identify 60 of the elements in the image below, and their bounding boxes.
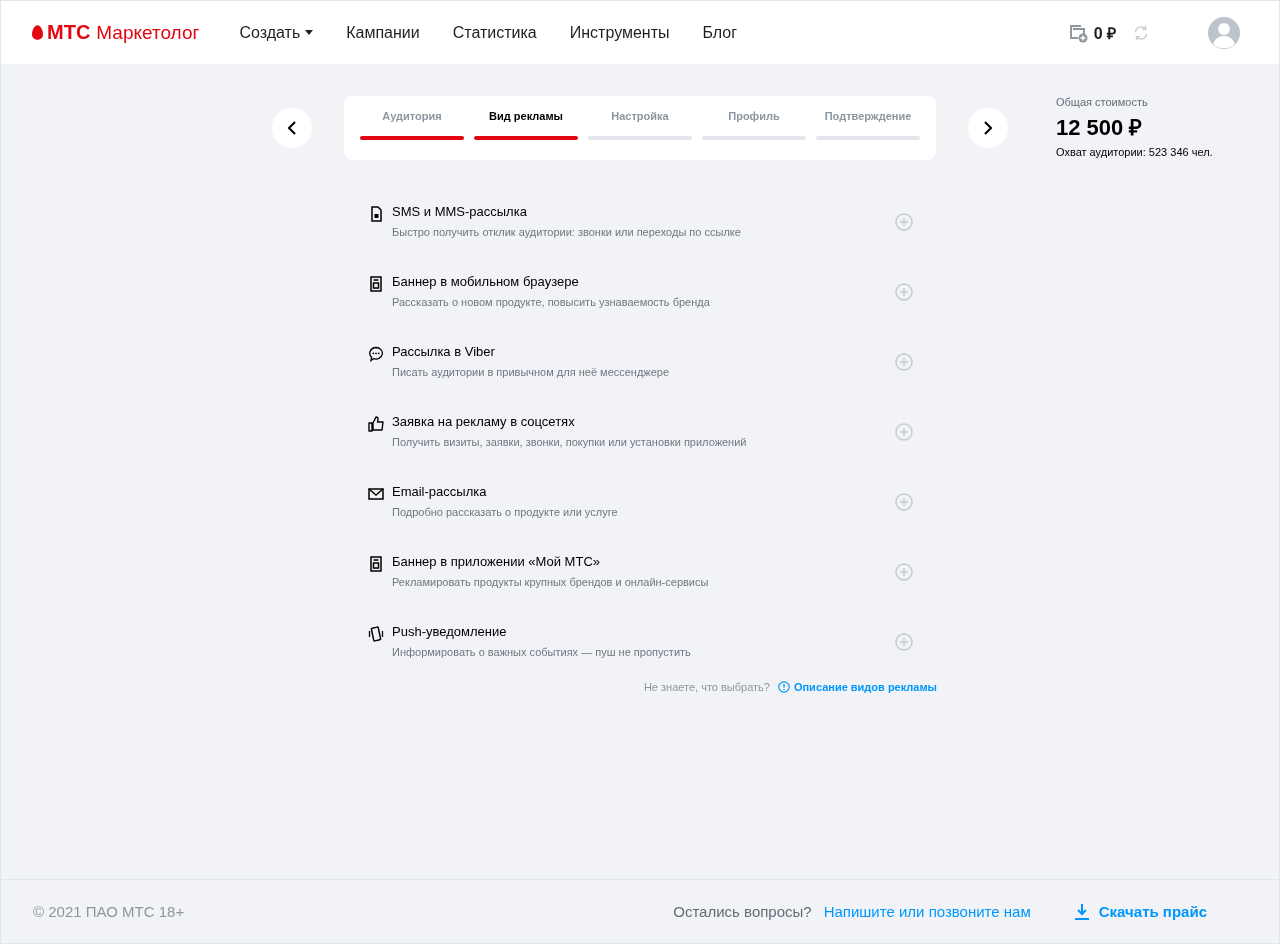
banner-icon: [368, 556, 384, 572]
add-icon[interactable]: [895, 563, 913, 581]
refresh-icon[interactable]: [1132, 23, 1150, 42]
chevron-right-icon: [984, 121, 992, 135]
ad-type-option[interactable]: Баннер в мобильном браузере Рассказать о новом продукте, повысить узнаваемость бренда: [368, 274, 928, 308]
total-cost-value: 12 500 ₽: [1056, 114, 1144, 141]
ad-type-title: Заявка на рекламу в соцсетях: [392, 414, 576, 429]
nav-link[interactable]: Статистика: [452, 23, 537, 42]
ad-type-title: Email-рассылка: [392, 484, 488, 499]
ad-type-option[interactable]: SMS и MMS-рассылка Быстро получить отклик аудитории: звонки или переходы по ссылке: [368, 204, 928, 238]
ad-type-title: SMS и MMS-рассылка: [392, 204, 528, 219]
chat-bubble-icon: [368, 346, 384, 362]
add-icon[interactable]: [895, 283, 913, 301]
logo-product[interactable]: Маркетолог: [96, 21, 200, 44]
nav-link[interactable]: Создать: [239, 23, 314, 42]
add-icon[interactable]: [895, 633, 913, 651]
ad-type-option[interactable]: Баннер в приложении «Мой МТС» Рекламировать продукты крупных брендов и онлайн-сервисы: [368, 554, 928, 588]
ad-type-title: Рассылка в Viber: [392, 344, 496, 359]
ad-type-title: Баннер в мобильном браузере: [392, 274, 580, 289]
total-cost-label: Общая стоимость: [1056, 96, 1149, 108]
ad-type-description: Быстро получить отклик аудитории: звонки или переходы по ссылке: [392, 226, 742, 238]
download-icon: [1074, 903, 1089, 920]
ad-type-option[interactable]: Рассылка в Viber Писать аудитории в привычном для неё мессенджере: [368, 344, 928, 378]
ad-type-description: Писать аудитории в привычном для неё мессенджере: [392, 366, 671, 378]
ad-type-option[interactable]: Email-рассылка Подробно рассказать о продукте или услуге: [368, 484, 928, 518]
nav-link[interactable]: Инструменты: [569, 23, 670, 42]
next-button[interactable]: [968, 108, 1008, 148]
help-question: Не знаете, что выбрать?: [643, 681, 770, 693]
ad-type-description: Рекламировать продукты крупных брендов и онлайн-сервисы: [392, 576, 710, 588]
envelope-icon: [368, 486, 384, 502]
banner-icon: [368, 276, 384, 292]
chevron-left-icon: [288, 121, 296, 135]
add-icon[interactable]: [895, 213, 913, 231]
add-icon[interactable]: [895, 353, 913, 371]
ad-type-option[interactable]: Push-уведомление Информировать о важных событиях — пуш не пропустить: [368, 624, 928, 658]
ad-type-option[interactable]: Заявка на рекламу в соцсетях Получить визиты, заявки, звонки, покупки или установки приложений: [368, 414, 928, 448]
ad-type-description: Получить визиты, заявки, звонки, покупки или установки приложений: [392, 436, 748, 448]
balance-amount: 0 ₽: [1093, 23, 1116, 44]
step-tab[interactable]: Вид рекламы: [474, 110, 578, 160]
previous-button[interactable]: [272, 108, 312, 148]
add-icon[interactable]: [895, 423, 913, 441]
copyright-text: © 2021 ПАО МТС 18+: [33, 903, 185, 920]
ad-type-description: Подробно рассказать о продукте или услуге: [392, 506, 619, 518]
logo-egg-icon: [32, 25, 43, 40]
thumbs-up-icon: [368, 416, 384, 432]
ad-type-description: Информировать о важных событиях — пуш не пропустить: [392, 646, 692, 658]
ad-type-title: Push-уведомление: [392, 624, 508, 639]
info-icon: [777, 681, 790, 693]
wallet-add-icon[interactable]: [1067, 22, 1088, 43]
nav-link[interactable]: Блог: [702, 23, 738, 42]
vibrating-phone-icon: [368, 626, 384, 642]
sim-card-icon: [368, 206, 384, 222]
avatar-icon[interactable]: [1208, 16, 1240, 49]
add-icon[interactable]: [895, 493, 913, 511]
questions-text: Остались вопросы?: [673, 903, 812, 920]
nav-link[interactable]: Кампании: [346, 23, 420, 42]
audience-reach: Охват аудитории: 523 346 чел.: [1056, 146, 1213, 158]
ad-type-title: Баннер в приложении «Мой МТС»: [392, 554, 601, 569]
logo-brand[interactable]: МТС: [47, 21, 91, 44]
ad-type-description: Рассказать о новом продукте, повысить узнаваемость бренда: [392, 296, 711, 308]
